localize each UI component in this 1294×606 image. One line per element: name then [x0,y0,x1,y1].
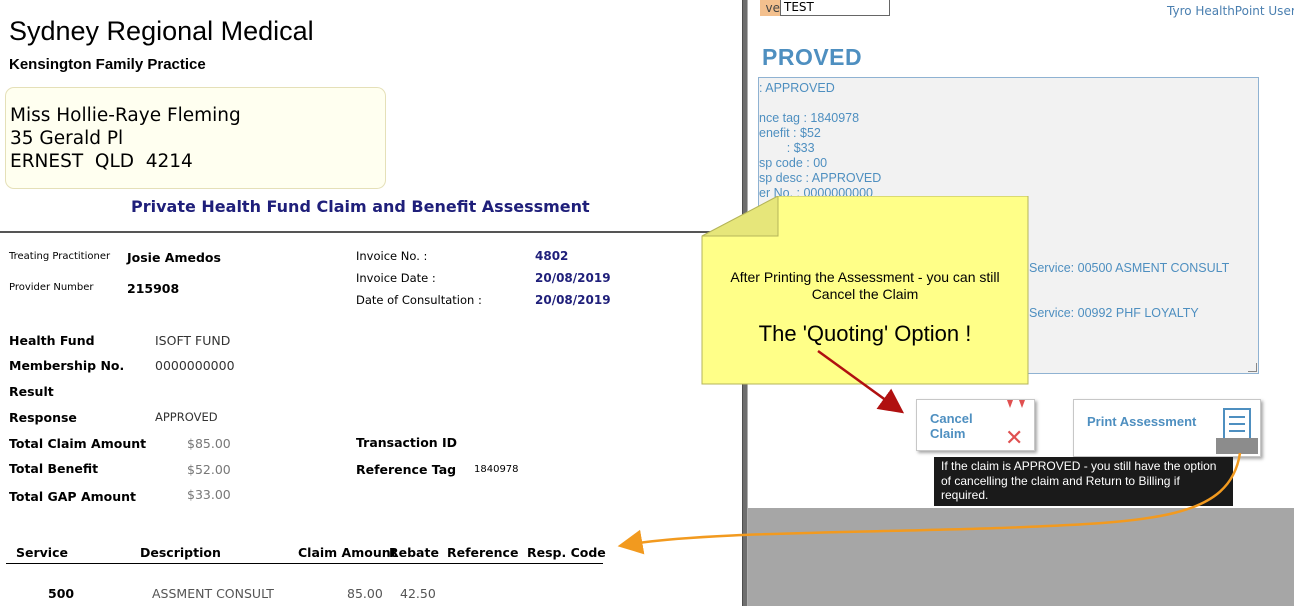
cancel-x-icon: ✕ [1005,426,1024,451]
provider-label: Provider Number [9,282,94,293]
reference-tag-value: 1840978 [474,464,519,475]
total-benefit-value: $52.00 [187,462,231,477]
user-link[interactable]: Tyro HealthPoint User [1167,4,1294,18]
col-header-service: Service [16,545,68,560]
invoice-date-label: Invoice Date : [356,271,436,285]
practitioner-label: Treating Practitioner [9,251,111,262]
cell-claim-amount: 85.00 [347,586,383,601]
title-divider [0,231,742,233]
field-label: ve [760,0,780,16]
total-gap-label: Total GAP Amount [9,489,137,504]
col-header-resp-code: Resp. Code [527,545,606,560]
patient-address-box: Miss Hollie-Raye Fleming 35 Gerald Pl ER… [5,87,386,189]
invoice-date-value: 20/08/2019 [535,271,611,285]
response-line: : APPROVED [759,81,835,95]
callout-emphasis: The 'Quoting' Option ! [758,321,972,346]
response-line: Service: 00500 ASMENT CONSULT [1029,261,1230,275]
invoice-no-value: 4802 [535,249,569,263]
health-fund-value: ISOFT FUND [155,333,231,348]
cancel-claim-button[interactable]: Cancel Claim ✕ [916,399,1035,451]
response-label: Response [9,410,77,425]
transaction-id-label: Transaction ID [356,435,458,450]
consult-date-label: Date of Consultation : [356,293,482,307]
total-gap-value: $33.00 [187,487,231,502]
address-line: Miss Hollie-Raye Fleming [10,105,241,126]
total-benefit-label: Total Benefit [9,461,99,476]
response-line: sp desc : APPROVED [759,171,882,185]
col-header-rebate: Rebate [389,545,439,560]
practitioner-value: Josie Amedos [127,250,221,265]
health-fund-label: Health Fund [9,333,95,348]
callout-text: After Printing the Assessment - you can … [730,269,1000,302]
col-header-description: Description [140,545,221,560]
reference-tag-label: Reference Tag [356,462,457,477]
address-line: ERNEST QLD 4214 [10,151,193,172]
organisation-name: Sydney Regional Medical [9,16,314,46]
col-header-reference: Reference [447,545,519,560]
response-line: enefit : $52 [759,126,821,140]
print-assessment-button[interactable]: Print Assessment [1073,399,1261,457]
table-header-rule [6,563,603,564]
invoice-no-label: Invoice No. : [356,249,428,263]
callout-note: After Printing the Assessment - you can … [701,196,1029,385]
cell-description: ASSMENT CONSULT [152,586,274,601]
resize-grip-icon[interactable] [1248,363,1257,372]
result-label: Result [9,384,54,399]
cancel-claim-label: Cancel Claim [930,411,973,441]
response-value: APPROVED [155,410,218,424]
cell-rebate: 42.50 [400,586,436,601]
col-header-claim-amount: Claim Amount [298,545,397,560]
status-heading: PROVED [762,44,863,70]
response-line: sp code : 00 [759,156,828,170]
test-input-field[interactable]: TEST [780,0,890,16]
cell-service: 500 [48,586,75,601]
assessment-document: Sydney Regional Medical Kensington Famil… [0,0,742,606]
address-line: 35 Gerald Pl [10,128,124,149]
total-claim-value: $85.00 [187,436,231,451]
print-document-icon [1216,408,1258,454]
consult-date-value: 20/08/2019 [535,293,611,307]
panel-footer-area [748,508,1294,606]
response-line: : $33 [759,141,815,155]
response-line: Service: 00992 PHF LOYALTY [1029,306,1199,320]
provider-value: 215908 [127,281,180,296]
cancel-tooltip: If the claim is APPROVED - you still hav… [934,457,1233,506]
total-claim-label: Total Claim Amount [9,436,147,451]
document-title: Private Health Fund Claim and Benefit As… [131,197,590,216]
practice-name: Kensington Family Practice [9,56,206,73]
membership-value: 0000000000 [155,358,235,373]
membership-label: Membership No. [9,358,125,373]
response-line: nce tag : 1840978 [759,111,860,125]
print-assessment-label: Print Assessment [1087,414,1197,429]
ribbon-icon [1007,400,1025,408]
